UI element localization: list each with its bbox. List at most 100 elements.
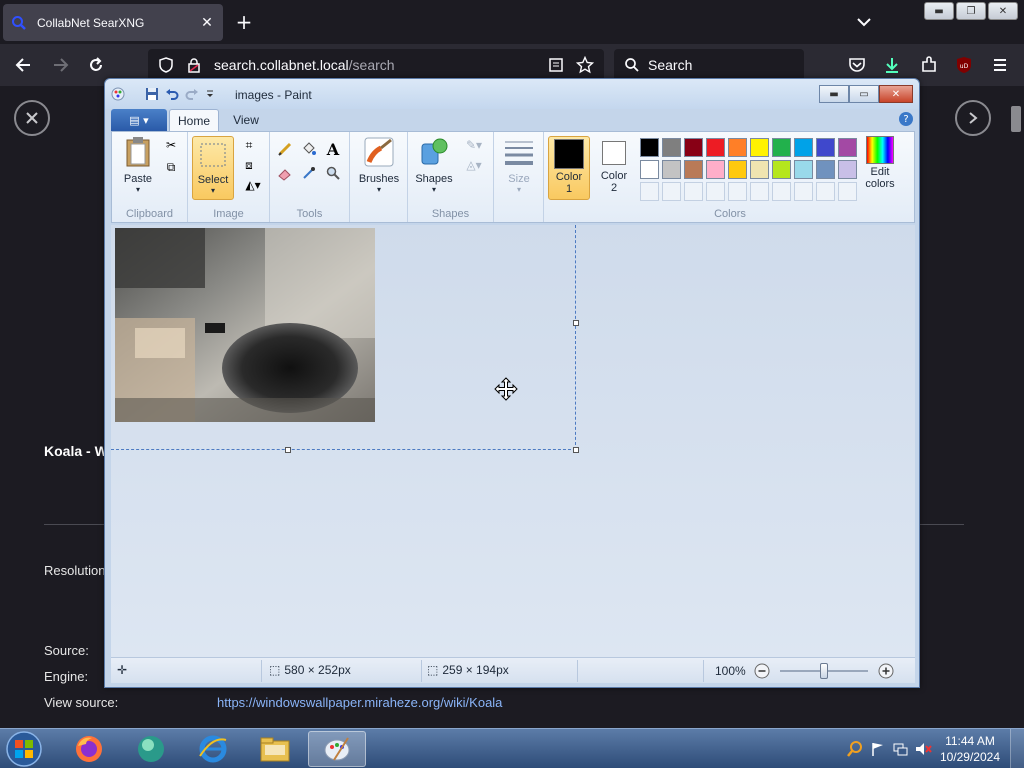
shapes-button[interactable]: Shapes ▾ [412, 136, 456, 194]
paint-canvas-area[interactable] [111, 225, 915, 657]
color-swatch[interactable] [750, 138, 769, 157]
color-swatch[interactable] [772, 160, 791, 179]
result-title[interactable]: Koala - W [44, 443, 108, 459]
taskbar-app[interactable] [122, 731, 180, 767]
zoom-out-icon[interactable] [754, 663, 770, 679]
chevron-down-icon[interactable] [852, 12, 876, 32]
back-arrow-icon[interactable] [12, 54, 34, 76]
paint-menu-button[interactable]: ▤ ▾ [111, 109, 167, 131]
color-swatch[interactable] [640, 160, 659, 179]
pencil-icon[interactable] [276, 140, 294, 158]
paint-app-icon[interactable] [111, 87, 125, 101]
search-box[interactable]: Search [614, 49, 804, 81]
magnifier-icon[interactable] [324, 164, 342, 182]
color-swatch[interactable] [794, 160, 813, 179]
paint-maximize-button[interactable]: ▭ [849, 85, 879, 103]
paint-title-bar[interactable]: images - Paint ▬ ▭ ✕ [105, 79, 919, 109]
show-desktop-button[interactable] [1010, 729, 1024, 768]
color-swatch[interactable] [684, 160, 703, 179]
custom-color-slot[interactable] [706, 182, 725, 201]
copy-icon[interactable]: ⧉ [162, 158, 180, 176]
custom-color-slot[interactable] [772, 182, 791, 201]
paint-close-button[interactable]: ✕ [879, 85, 913, 103]
selection-handle-right[interactable] [573, 320, 579, 326]
taskbar-firefox[interactable] [60, 731, 118, 767]
custom-color-slot[interactable] [750, 182, 769, 201]
custom-color-slot[interactable] [794, 182, 813, 201]
zoom-in-icon[interactable] [878, 663, 894, 679]
outline-icon[interactable]: ✎▾ [460, 136, 488, 154]
close-window-button[interactable]: ✕ [988, 2, 1018, 20]
tab-view[interactable]: View [225, 109, 267, 131]
custom-color-slot[interactable] [662, 182, 681, 201]
color-swatch[interactable] [772, 138, 791, 157]
menu-icon[interactable] [989, 54, 1011, 76]
redo-icon[interactable] [185, 87, 199, 101]
brushes-button[interactable]: Brushes ▾ [356, 136, 402, 194]
address-bar[interactable]: search.collabnet.local/search [148, 49, 604, 81]
color-swatch[interactable] [706, 160, 725, 179]
downloads-icon[interactable] [881, 54, 903, 76]
extensions-icon[interactable] [918, 54, 940, 76]
start-button[interactable] [4, 730, 44, 768]
fill-bucket-icon[interactable] [300, 140, 318, 158]
undo-icon[interactable] [165, 87, 179, 101]
color-swatch[interactable] [838, 160, 857, 179]
color-swatch[interactable] [728, 160, 747, 179]
selection-handle-corner[interactable] [573, 447, 579, 453]
custom-color-slot[interactable] [838, 182, 857, 201]
restore-button[interactable]: ❐ [956, 2, 986, 20]
taskbar-internet-explorer[interactable] [184, 731, 242, 767]
rotate-icon[interactable]: ◭▾ [240, 176, 266, 194]
pocket-icon[interactable] [846, 54, 868, 76]
reload-icon[interactable] [85, 54, 107, 76]
color-swatch[interactable] [662, 160, 681, 179]
custom-color-slot[interactable] [640, 182, 659, 201]
eraser-icon[interactable] [276, 164, 294, 182]
page-scrollbar[interactable] [1006, 86, 1024, 728]
paste-button[interactable]: Paste ▾ [118, 136, 158, 194]
clock[interactable]: 11:44 AM 10/29/2024 [940, 733, 1000, 765]
flag-icon[interactable] [870, 741, 886, 757]
network-icon[interactable] [892, 741, 908, 757]
browser-tab[interactable]: CollabNet SearXNG ✕ [3, 4, 223, 41]
next-result-button[interactable] [955, 100, 991, 136]
view-source-link[interactable]: https://windowswallpaper.miraheze.org/wi… [217, 695, 502, 710]
zoom-slider-thumb[interactable] [819, 663, 828, 679]
resize-icon[interactable]: ⧈ [240, 156, 258, 174]
minimize-button[interactable]: ▬ [924, 2, 954, 20]
custom-color-slot[interactable] [684, 182, 703, 201]
save-icon[interactable] [145, 87, 159, 101]
edit-colors-button[interactable]: Edit colors [856, 136, 904, 190]
taskbar-paint[interactable] [308, 731, 366, 767]
color-swatch[interactable] [794, 138, 813, 157]
close-tab-icon[interactable]: ✕ [199, 15, 215, 31]
color-swatch[interactable] [750, 160, 769, 179]
taskbar-file-explorer[interactable] [246, 731, 304, 767]
color-swatch[interactable] [816, 160, 835, 179]
color-swatch[interactable] [706, 138, 725, 157]
ublock-origin-icon[interactable]: uD [953, 54, 975, 76]
color-picker-icon[interactable] [300, 164, 318, 182]
reader-view-icon[interactable] [548, 57, 564, 73]
volume-muted-icon[interactable] [914, 741, 932, 757]
text-tool-icon[interactable]: A [324, 140, 342, 159]
cut-icon[interactable]: ✂ [162, 136, 180, 154]
fill-icon[interactable]: ◬▾ [460, 156, 488, 174]
crop-icon[interactable]: ⌗ [240, 136, 258, 154]
color2-button[interactable]: Color 2 [594, 136, 634, 194]
paint-minimize-button[interactable]: ▬ [819, 85, 849, 103]
forward-arrow-icon[interactable] [50, 54, 72, 76]
tab-home[interactable]: Home [169, 109, 219, 131]
color-swatch[interactable] [838, 138, 857, 157]
close-result-button[interactable] [14, 100, 50, 136]
search-tray-icon[interactable] [846, 740, 864, 758]
customize-toolbar-icon[interactable] [205, 87, 215, 101]
selection-handle-bottom[interactable] [285, 447, 291, 453]
color-swatch[interactable] [640, 138, 659, 157]
zoom-slider[interactable] [779, 663, 868, 679]
color-swatch[interactable] [684, 138, 703, 157]
color1-button[interactable]: Color 1 [548, 136, 590, 200]
select-button[interactable]: Select ▾ [192, 136, 234, 200]
custom-color-slot[interactable] [816, 182, 835, 201]
